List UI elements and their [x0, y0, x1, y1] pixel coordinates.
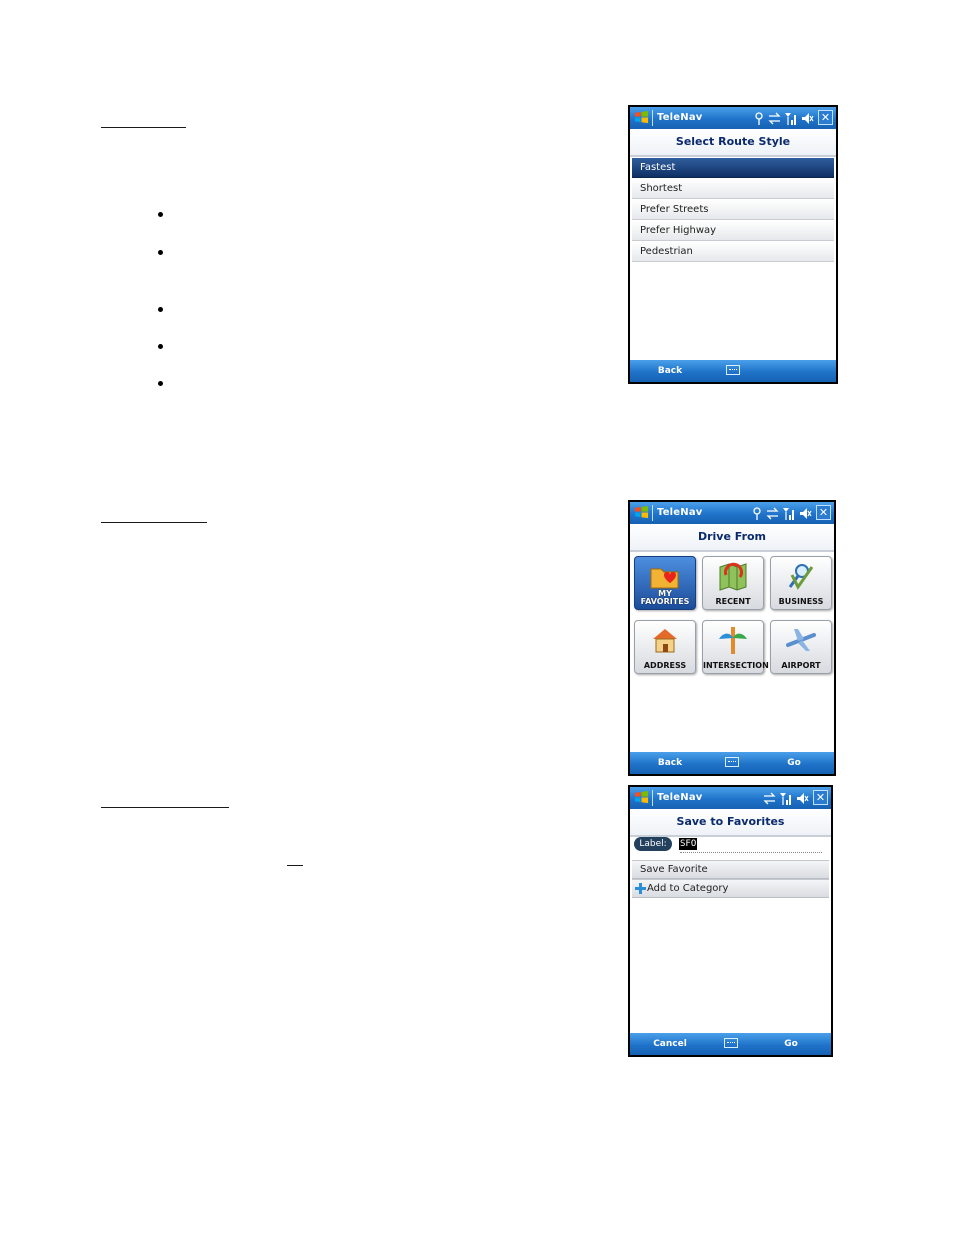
title-bar: TeleNav ✕ — [630, 502, 834, 524]
business-search-icon — [788, 564, 814, 590]
save-favorites-screenshot: TeleNav ✕ Save to Favorites Label: SFO S… — [628, 785, 833, 1057]
sync-icon — [763, 792, 776, 804]
recent-tile[interactable]: RECENT — [702, 556, 764, 610]
cancel-softkey[interactable]: Cancel — [630, 1039, 710, 1049]
status-icons — [754, 111, 814, 125]
route-option-shortest[interactable]: Shortest — [632, 179, 834, 199]
signal-icon — [785, 112, 796, 125]
sync-icon — [766, 507, 779, 519]
windows-start-icon[interactable] — [634, 505, 649, 520]
airplane-icon — [786, 629, 816, 651]
antenna-icon — [753, 506, 761, 520]
back-softkey[interactable]: Back — [630, 366, 710, 376]
softkey-bar: Cancel Go — [630, 1033, 831, 1055]
label-input-underline — [680, 852, 822, 853]
speaker-mute-icon[interactable] — [796, 792, 809, 805]
close-icon[interactable]: ✕ — [816, 505, 831, 520]
windows-start-icon[interactable] — [634, 790, 649, 805]
bullet-3 — [158, 307, 163, 312]
bullet-1 — [158, 212, 163, 217]
tile-label: AIRPORT — [781, 661, 821, 670]
screen-title: Save to Favorites — [630, 809, 831, 837]
section-heading-underline-3 — [101, 807, 229, 808]
address-tile[interactable]: ADDRESS — [634, 620, 696, 674]
route-style-screenshot: TeleNav ✕ Select Route Style Fastest Sho… — [628, 105, 838, 384]
intersection-tile[interactable]: INTERSECTION — [702, 620, 769, 674]
screen-title: Drive From — [630, 524, 834, 552]
intersection-icon — [719, 627, 747, 654]
softkey-bar: Back Go — [630, 752, 834, 774]
my-favorites-tile[interactable]: MY FAVORITES — [634, 556, 696, 610]
airport-tile[interactable]: AIRPORT — [770, 620, 832, 674]
keyboard-icon[interactable] — [723, 1038, 738, 1048]
speaker-mute-icon[interactable] — [801, 112, 814, 125]
section-heading-underline-1 — [101, 127, 186, 128]
save-favorite-item[interactable]: Save Favorite — [632, 860, 829, 879]
title-separator — [652, 790, 653, 806]
house-icon — [653, 629, 677, 653]
route-style-list: Fastest Shortest Prefer Streets Prefer H… — [632, 158, 834, 263]
tile-label: RECENT — [715, 597, 751, 606]
business-tile[interactable]: BUSINESS — [770, 556, 832, 610]
title-separator — [652, 505, 653, 521]
plus-icon — [635, 883, 646, 894]
label-caption: Label: — [634, 837, 672, 851]
sync-icon — [768, 112, 781, 124]
drive-from-screenshot: TeleNav ✕ Drive From MY FAVORITES RECENT — [628, 500, 836, 776]
tile-label: BUSINESS — [778, 597, 824, 606]
title-bar: TeleNav ✕ — [630, 787, 831, 809]
close-icon[interactable]: ✕ — [818, 110, 833, 125]
tile-label: MY FAVORITES — [640, 589, 690, 606]
keyboard-icon[interactable] — [725, 757, 739, 767]
status-icons — [763, 791, 809, 805]
app-title: TeleNav — [657, 112, 703, 123]
add-to-category-label: Add to Category — [647, 883, 729, 894]
go-softkey[interactable]: Go — [751, 1039, 831, 1049]
bullet-2 — [158, 250, 163, 255]
title-separator — [652, 110, 653, 126]
bullet-5 — [158, 381, 163, 386]
route-option-fastest[interactable]: Fastest — [632, 158, 834, 178]
section-heading-underline-2 — [101, 522, 207, 523]
signal-icon — [780, 792, 791, 805]
tile-label: INTERSECTION — [703, 661, 769, 670]
label-input[interactable]: SFO — [679, 838, 698, 850]
app-title: TeleNav — [657, 792, 703, 803]
signal-icon — [783, 507, 794, 520]
screen-title: Select Route Style — [630, 129, 836, 157]
footnote-link-underline[interactable] — [287, 865, 303, 866]
back-softkey[interactable]: Back — [630, 758, 710, 768]
favorites-folder-icon — [650, 568, 679, 589]
close-icon[interactable]: ✕ — [813, 790, 828, 805]
save-favorite-label: Save Favorite — [640, 864, 708, 875]
softkey-bar: Back — [630, 360, 836, 382]
speaker-mute-icon[interactable] — [799, 507, 812, 520]
bullet-4 — [158, 344, 163, 349]
title-bar: TeleNav ✕ — [630, 107, 836, 129]
route-option-prefer-highway[interactable]: Prefer Highway — [632, 221, 834, 241]
go-softkey[interactable]: Go — [754, 758, 834, 768]
app-title: TeleNav — [657, 507, 703, 518]
route-option-pedestrian[interactable]: Pedestrian — [632, 242, 834, 262]
status-icons — [752, 506, 812, 520]
recent-map-icon — [719, 562, 747, 591]
add-to-category-item[interactable]: Add to Category — [632, 879, 829, 898]
keyboard-icon[interactable] — [726, 365, 740, 375]
route-option-prefer-streets[interactable]: Prefer Streets — [632, 200, 834, 220]
tile-label: ADDRESS — [643, 661, 687, 670]
windows-start-icon[interactable] — [634, 110, 649, 125]
antenna-icon — [755, 111, 763, 125]
